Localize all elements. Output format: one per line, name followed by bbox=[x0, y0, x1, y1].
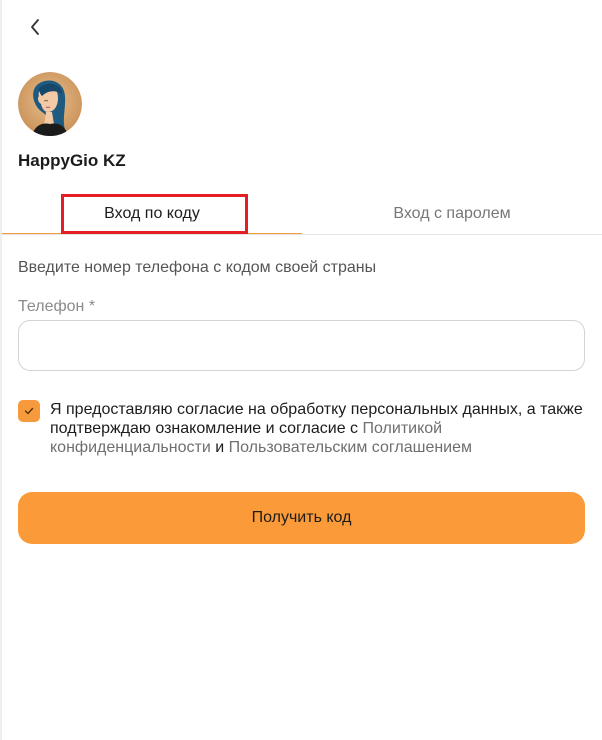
consent-conjunction: и bbox=[210, 439, 229, 456]
login-tabs: Вход по коду Вход с паролем bbox=[2, 193, 602, 235]
brand-name: HappyGio KZ bbox=[18, 151, 126, 170]
consent-text: Я предоставляю согласие на обработку пер… bbox=[50, 400, 590, 457]
phone-instruction: Введите номер телефона с кодом своей стр… bbox=[18, 259, 377, 276]
consent-checkbox[interactable] bbox=[18, 400, 40, 422]
phone-input[interactable] bbox=[18, 320, 585, 371]
tab-code-login-label: Вход по коду bbox=[104, 205, 200, 222]
phone-label: Телефон * bbox=[18, 298, 96, 315]
brand-avatar bbox=[18, 72, 82, 136]
back-button[interactable] bbox=[22, 14, 48, 40]
chevron-left-icon bbox=[31, 19, 39, 35]
tab-password-login-label: Вход с паролем bbox=[393, 205, 511, 222]
window-edge bbox=[0, 0, 2, 740]
checkmark-icon bbox=[24, 407, 34, 415]
get-code-button-label: Получить код bbox=[251, 509, 352, 526]
get-code-button[interactable]: Получить код bbox=[18, 492, 585, 544]
tab-code-login[interactable]: Вход по коду bbox=[2, 193, 302, 235]
tab-password-login[interactable]: Вход с паролем bbox=[302, 193, 602, 235]
tabs-divider bbox=[2, 234, 602, 235]
user-agreement-link[interactable]: Пользовательским соглашением bbox=[229, 439, 472, 456]
consent-statement: Я предоставляю согласие на обработку пер… bbox=[50, 401, 583, 437]
